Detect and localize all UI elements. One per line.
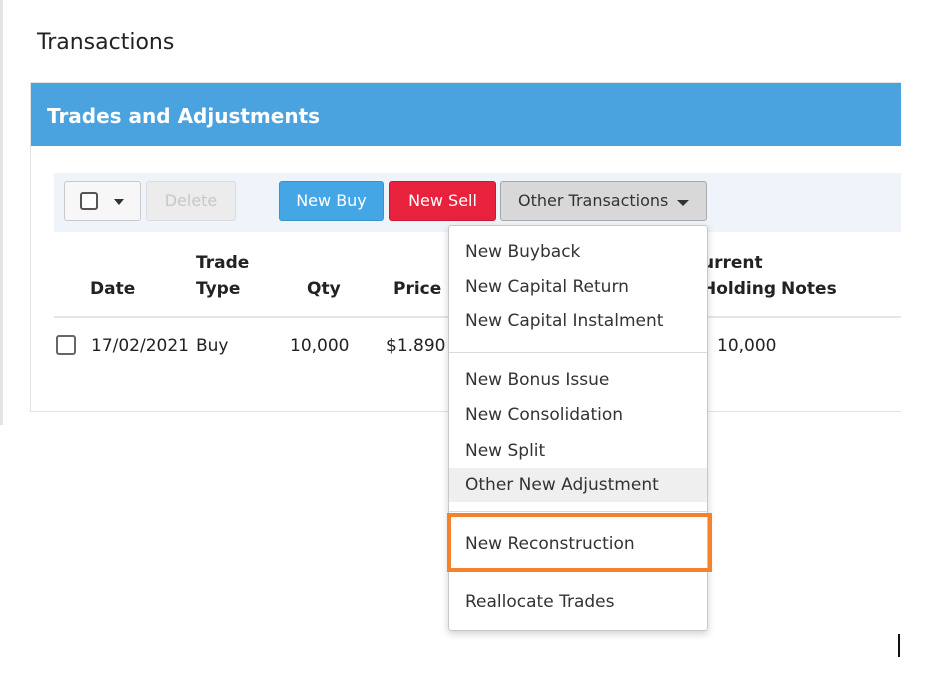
select-all-dropdown-button[interactable] [64,181,141,221]
caret-down-icon [114,199,124,205]
page-title: Transactions [37,30,175,55]
column-header-trade-type-line2[interactable]: Type [196,276,240,302]
menu-item-reallocate-trades[interactable]: Reallocate Trades [449,585,707,619]
menu-item-new-consolidation[interactable]: New Consolidation [449,398,707,432]
column-header-qty[interactable]: Qty [307,276,341,302]
menu-divider [449,511,707,512]
text-cursor [898,634,900,657]
menu-item-other-new-adjustment[interactable]: Other New Adjustment [449,468,707,502]
column-header-notes[interactable]: Notes [781,276,837,302]
left-border [0,0,3,425]
menu-item-new-capital-return[interactable]: New Capital Return [449,270,707,304]
row-checkbox[interactable] [56,335,76,355]
column-header-trade-type-line1[interactable]: Trade [196,250,249,276]
column-header-current-holding-line1[interactable]: urrent [702,250,763,276]
new-buy-button[interactable]: New Buy [279,181,384,221]
other-transactions-button[interactable]: Other Transactions [500,181,707,221]
column-header-date[interactable]: Date [90,276,135,302]
caret-down-icon [677,200,689,206]
toolbar: Delete New Buy New Sell Other Transactio… [54,173,901,232]
select-all-checkbox-icon [80,192,98,210]
panel-title: Trades and Adjustments [47,104,321,128]
menu-item-new-split[interactable]: New Split [449,434,707,468]
cell-current-holding: 10,000 [717,336,777,356]
other-transactions-label: Other Transactions [518,191,669,210]
panel-header: Trades and Adjustments [31,83,901,146]
cell-price: $1.890 [386,336,446,356]
menu-item-new-capital-instalment[interactable]: New Capital Instalment [449,304,707,338]
menu-divider [449,352,707,353]
delete-button[interactable]: Delete [146,181,236,221]
new-sell-button[interactable]: New Sell [389,181,496,221]
menu-item-new-bonus-issue[interactable]: New Bonus Issue [449,363,707,397]
cell-date: 17/02/2021 [91,336,189,356]
column-header-price[interactable]: Price [393,276,441,302]
menu-item-new-buyback[interactable]: New Buyback [449,235,707,269]
column-header-current-holding-line2[interactable]: Holding [702,276,776,302]
cell-qty: 10,000 [290,336,350,356]
cell-trade-type: Buy [196,336,229,356]
highlight-box [447,513,712,572]
